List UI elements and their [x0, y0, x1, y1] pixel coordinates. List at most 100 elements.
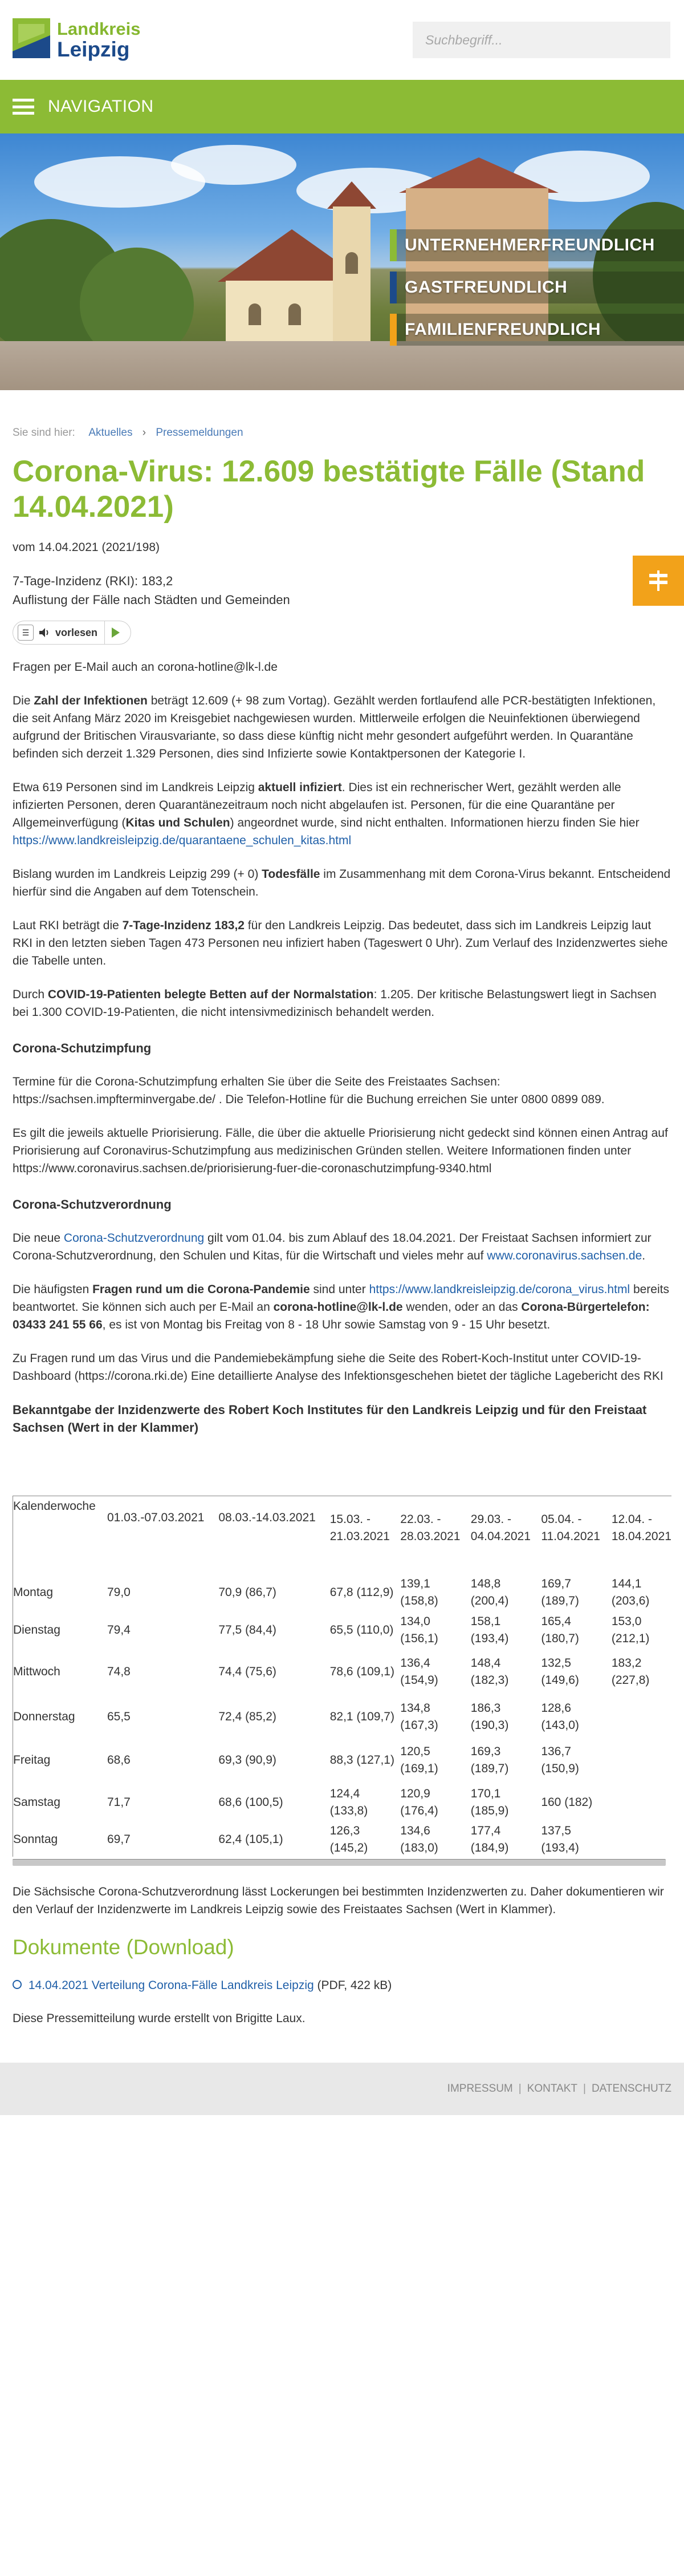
hamburger-menu-icon[interactable] [13, 99, 34, 115]
breadcrumb: Sie sind hier: Aktuelles › Pressemeldung… [0, 390, 684, 439]
paragraph-after-table: Die Sächsische Corona-Schutzverordnung l… [13, 1885, 664, 1916]
table-row: Sonntag 69,7 62,4 (105,1) 126,3 (145,2) 134,… [13, 1822, 672, 1857]
site-logo[interactable]: Landkreis Leipzig [13, 18, 140, 62]
table-cell: 158,1 (193,4) [470, 1615, 509, 1645]
email-hint: Fragen per E-Mail auch an corona-hotline… [13, 661, 278, 674]
paragraph-faq: Die häufigsten Fragen rund um die Corona… [13, 1283, 669, 1331]
logo-mark-icon [13, 18, 50, 58]
table-cell: 62,4 (105,1) [218, 1833, 283, 1846]
logo-text-landkreis: Landkreis [57, 19, 141, 39]
contact-sidebar-button[interactable] [633, 556, 684, 606]
slogan-item: GASTFREUNDLICH [390, 272, 684, 303]
lead-subtitle: Auflistung der Fälle nach Städten und Ge… [13, 593, 290, 607]
table-cell: 160 (182) [541, 1796, 593, 1809]
heading-regulation: Corona-Schutzverordnung [13, 1197, 172, 1212]
breadcrumb-item-aktuelles[interactable]: Aktuelles [88, 427, 132, 439]
breadcrumb-item-pressemeldungen[interactable]: Pressemeldungen [156, 427, 243, 439]
footer-link-datenschutz[interactable]: DATENSCHUTZ [592, 2083, 671, 2095]
download-icon [13, 1980, 22, 1990]
link-schutzverordnung[interactable]: Corona-Schutzverordnung [64, 1232, 204, 1245]
table-cell: 148,8 (200,4) [470, 1577, 509, 1607]
table-header-row: Kalenderwoche 01.03.-07.03.2021 08.03.-1… [13, 1496, 672, 1546]
table-row-label: Mittwoch [13, 1665, 60, 1678]
table-row-label: Sonntag [13, 1833, 58, 1846]
table-cell: 126,3 (145,2) [329, 1824, 368, 1854]
slogan-bar [390, 314, 397, 346]
breadcrumb-prefix: Sie sind hier: [13, 427, 75, 439]
speaker-icon [37, 625, 52, 641]
site-header: Landkreis Leipzig [0, 0, 684, 80]
link-corona-virus-page[interactable]: https://www.landkreisleipzig.de/corona_v… [369, 1283, 630, 1296]
table-row: Mittwoch 74,8 74,4 (75,6) 78,6 (109,1) 136,4… [13, 1648, 672, 1696]
paragraph-deaths: Bislang wurden im Landkreis Leipzig 299 … [13, 868, 671, 898]
article-body: vom 14.04.2021 (2021/198) 7-Tage-Inziden… [0, 541, 684, 1918]
paragraph-incidence: Laut RKI beträgt die 7-Tage-Inzidenz 183… [13, 919, 668, 967]
slogan-text: GASTFREUNDLICH [405, 278, 568, 297]
link-quarantaene[interactable]: https://www.landkreisleipzig.de/quaranta… [13, 834, 351, 847]
table-cell: 70,9 (86,7) [218, 1586, 276, 1599]
table-cell: 65,5 (110,0) [329, 1623, 394, 1637]
documents-heading: Dokumente (Download) [13, 1935, 234, 1959]
table-header-cell: Kalenderwoche [13, 1500, 96, 1513]
table-cell: 74,8 [107, 1665, 131, 1678]
table-cell: 120,5 (169,1) [400, 1745, 438, 1775]
table-header-cell: 08.03.-14.03.2021 [218, 1511, 316, 1524]
read-aloud-button[interactable]: vorlesen [55, 627, 97, 639]
table-header-cell: 22.03. - 28.03.2021 [400, 1513, 461, 1543]
table-cell: 169,7 (189,7) [541, 1577, 579, 1607]
table-cell: 153,0 (212,1) [611, 1615, 650, 1645]
link-coronavirus-sachsen[interactable]: www.coronavirus.sachsen.de [487, 1249, 642, 1262]
site-footer: IMPRESSUM | KONTAKT | DATENSCHUTZ [0, 2063, 684, 2115]
table-cell: 120,9 (176,4) [400, 1787, 438, 1817]
table-cell: 79,4 [107, 1623, 131, 1637]
table-row: Montag 79,0 70,9 (86,7) 67,8 (112,9) 139,1 (… [13, 1573, 672, 1613]
documents-section: 14.04.2021 Verteilung Corona-Fälle Landk… [0, 1979, 684, 2027]
play-icon[interactable] [104, 621, 126, 645]
slogan-text: UNTERNEHMERFREUNDLICH [405, 236, 655, 254]
house-roof [399, 157, 559, 193]
table-cell: 165,4 (180,7) [541, 1615, 579, 1645]
table-cell: 169,3 (189,7) [470, 1745, 509, 1775]
table-cell: 148,4 (182,3) [470, 1656, 509, 1687]
table-row: Donnerstag 65,5 72,4 (85,2) 82,1 (109,7) 134… [13, 1696, 672, 1738]
incidence-table-container[interactable]: Kalenderwoche 01.03.-07.03.2021 08.03.-1… [13, 1496, 671, 1866]
table-cell: 134,6 (183,0) [400, 1824, 438, 1854]
table-horizontal-scrollbar[interactable] [13, 1859, 666, 1866]
table-cell [612, 1738, 671, 1783]
table-cell: 79,0 [107, 1586, 131, 1599]
table-cell [612, 1696, 671, 1738]
heading-vaccination: Corona-Schutzimpfung [13, 1041, 152, 1055]
table-cell: 136,4 (154,9) [400, 1656, 438, 1687]
table-cell: 134,8 (167,3) [400, 1702, 438, 1732]
read-aloud-widget[interactable]: ☰ vorlesen [13, 621, 132, 645]
slogan-item: UNTERNEHMERFREUNDLICH [390, 229, 684, 261]
table-row-label: Dienstag [13, 1623, 60, 1637]
table-cell: 74,4 (75,6) [218, 1665, 276, 1678]
cloud-shape [171, 145, 296, 185]
navigation-bar[interactable]: NAVIGATION [0, 80, 684, 133]
table-header-cell: 01.03.-07.03.2021 [107, 1511, 205, 1524]
paragraph-beds: Durch COVID-19-Patienten belegte Betten … [13, 988, 657, 1019]
breadcrumb-separator-icon: › [142, 427, 146, 439]
slogan-bar [390, 229, 397, 261]
table-cell: 170,1 (185,9) [470, 1787, 509, 1817]
search-input[interactable] [413, 22, 670, 58]
article-lead: 7-Tage-Inzidenz (RKI): 183,2 Auflistung … [13, 572, 671, 609]
table-row-label: Freitag [13, 1753, 51, 1767]
table-cell [612, 1822, 671, 1857]
incidence-table: Kalenderwoche 01.03.-07.03.2021 08.03.-1… [13, 1496, 671, 1857]
reader-menu-icon[interactable]: ☰ [18, 625, 34, 641]
table-cell: 78,6 (109,1) [329, 1665, 394, 1678]
footer-link-kontakt[interactable]: KONTAKT [527, 2083, 577, 2095]
download-link[interactable]: 14.04.2021 Verteilung Corona-Fälle Landk… [28, 1979, 314, 1992]
lead-incidence: 7-Tage-Inzidenz (RKI): 183,2 [13, 574, 173, 588]
table-row: Samstag 71,7 68,6 (100,5) 124,4 (133,8) 120,… [13, 1783, 672, 1822]
footer-link-impressum[interactable]: IMPRESSUM [447, 2083, 513, 2095]
table-cell: 77,5 (84,4) [218, 1623, 276, 1637]
footer-separator: | [583, 2083, 586, 2095]
table-cell: 134,0 (156,1) [400, 1615, 438, 1645]
table-row: Freitag 68,6 69,3 (90,9) 88,3 (127,1) 120,5 … [13, 1738, 672, 1783]
signpost-icon [649, 570, 667, 591]
table-cell: 82,1 (109,7) [329, 1710, 394, 1723]
table-header-cell: 05.04. - 11.04.2021 [541, 1513, 600, 1543]
